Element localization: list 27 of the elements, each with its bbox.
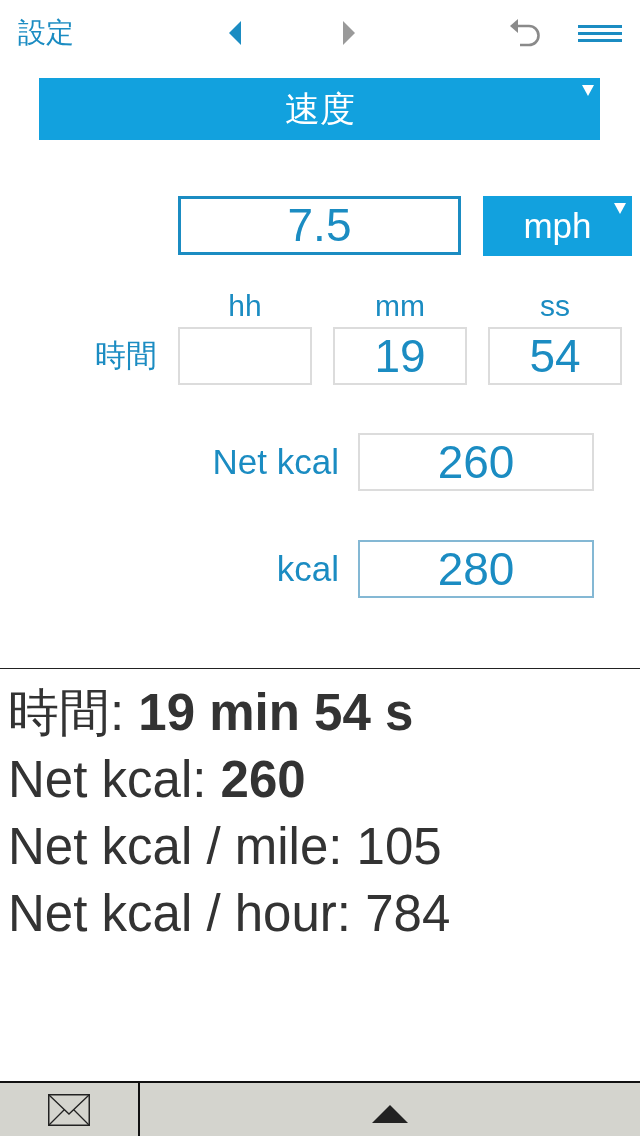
speed-field[interactable]: 7.5 [178, 196, 461, 255]
time-field[interactable]: 19 [333, 327, 467, 385]
settings-link[interactable]: 設定 [18, 16, 74, 50]
menu-icon [578, 24, 622, 42]
field-label: Net kcal [212, 441, 339, 483]
right-triangle-icon [343, 21, 355, 45]
result-line: Net kcal / hour: 784 [8, 884, 452, 944]
time-label: 時間 [95, 337, 157, 375]
unit-heading: hh [228, 288, 262, 324]
result-line: 時間: 19 min 54 s [8, 683, 415, 743]
field-label: kcal [276, 548, 339, 590]
unit-heading: ss [540, 288, 570, 324]
calorie-field[interactable]: 280 [358, 540, 594, 598]
result-line: Net kcal: 260 [8, 750, 307, 810]
time-field[interactable] [178, 327, 312, 385]
unit-heading: mm [375, 288, 425, 324]
time-field[interactable]: 54 [488, 327, 622, 385]
up-triangle-icon [372, 1104, 408, 1123]
envelope-icon [48, 1093, 90, 1126]
undo-icon [510, 18, 540, 48]
dropdown-caret-icon [614, 203, 626, 214]
calorie-field[interactable]: 260 [358, 433, 594, 491]
dropdown-caret-icon [582, 85, 594, 96]
result-line: Net kcal / mile: 105 [8, 817, 443, 877]
left-triangle-icon [229, 21, 241, 45]
unit-dropdown[interactable]: mph [483, 196, 632, 256]
mode-dropdown[interactable]: 速度 [39, 78, 600, 140]
